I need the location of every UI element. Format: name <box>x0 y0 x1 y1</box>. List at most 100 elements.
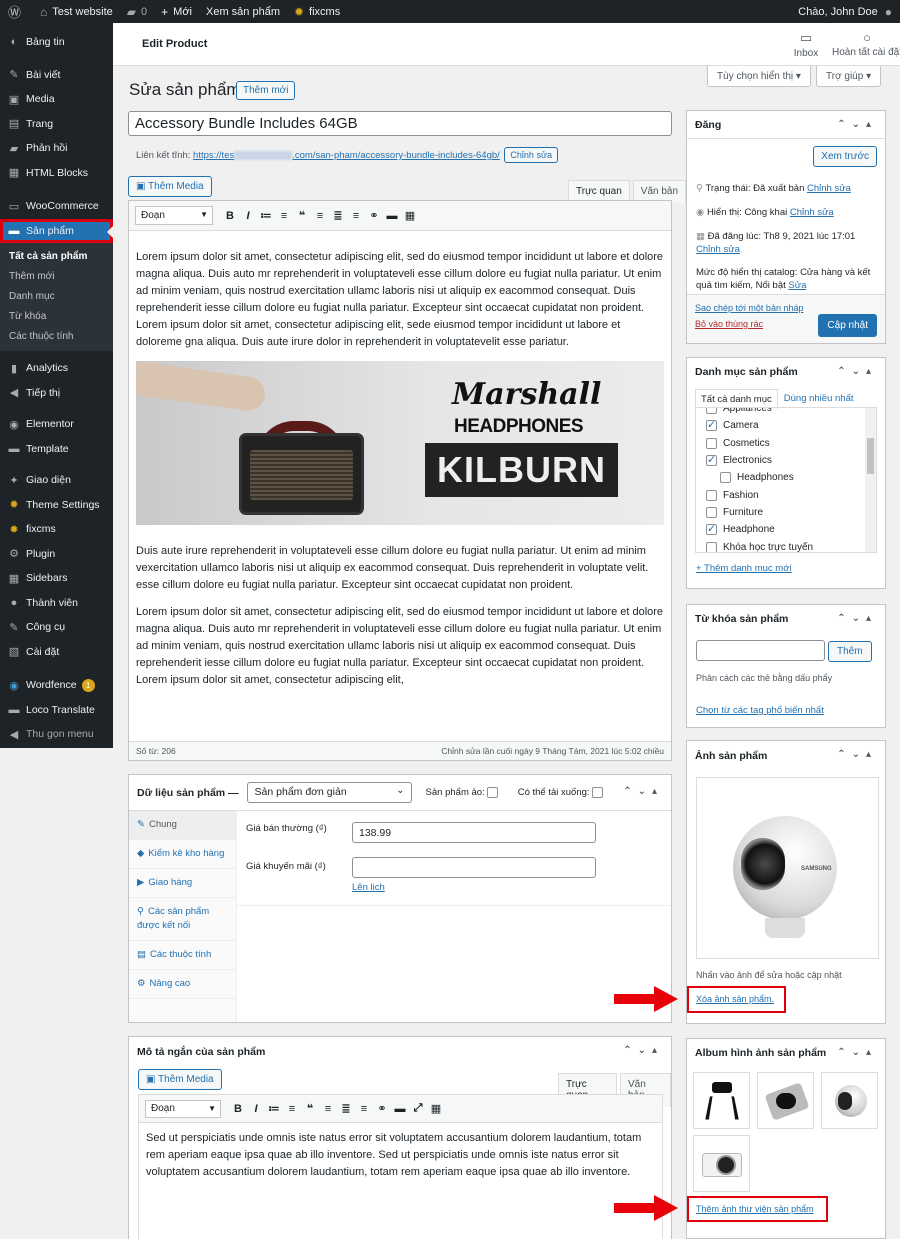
product-data-tab-kiem-ke-kho-hang[interactable]: ◆ Kiểm kê kho hàng <box>129 840 236 869</box>
toolbar-toggle-icon[interactable]: ▦ <box>427 1102 445 1115</box>
align-center-icon[interactable]: ≣ <box>329 209 347 222</box>
setup-complete-button[interactable]: ○ Hoàn tất cài đặt <box>831 30 900 58</box>
box-controls[interactable]: ⌃⌄▴ <box>837 1047 877 1058</box>
move-to-trash-link[interactable]: Bỏ vào thùng rác <box>695 319 763 329</box>
virtual-checkbox[interactable] <box>486 787 498 798</box>
category-item[interactable]: Camera <box>696 417 876 434</box>
menu-item-bai-viet[interactable]: ✎ Bài viết <box>0 63 113 88</box>
category-item[interactable]: Headphones <box>696 469 876 486</box>
italic-icon[interactable]: I <box>247 1103 265 1115</box>
editor-content[interactable]: Lorem ipsum dolor sit amet, consectetur … <box>129 231 671 689</box>
numbered-list-icon[interactable]: ≡ <box>283 1103 301 1115</box>
category-checkbox[interactable] <box>706 506 717 518</box>
category-checkbox[interactable] <box>706 408 717 415</box>
product-image-thumbnail[interactable]: SAMSUNG <box>696 777 879 959</box>
gallery-thumb[interactable] <box>693 1135 750 1192</box>
toolbar-toggle-icon[interactable]: ▦ <box>401 209 419 222</box>
menu-item-media[interactable]: ▣ Media <box>0 87 113 112</box>
site-name-link[interactable]: ⌂ Test website <box>40 5 113 19</box>
menu-item-analytics[interactable]: ▮ Analytics <box>0 356 113 381</box>
gallery-thumb[interactable] <box>757 1072 814 1129</box>
new-content-link[interactable]: + Mới <box>161 5 192 19</box>
menu-item-phan-hoi[interactable]: ▰ Phản hồi <box>0 136 113 161</box>
wordpress-logo-icon[interactable]: Ⓦ <box>8 2 26 21</box>
comments-link[interactable]: ▰ 0 <box>127 5 147 19</box>
copy-to-draft-link[interactable]: Sao chép tới một bản nháp <box>695 303 803 313</box>
add-tag-button[interactable]: Thêm <box>828 641 872 662</box>
align-right-icon[interactable]: ≡ <box>347 210 365 222</box>
menu-item-template[interactable]: ▬ Template <box>0 437 113 462</box>
product-data-tab-cac-thuoc-tinh[interactable]: ▤ Các thuộc tính <box>129 941 236 970</box>
add-category-link[interactable]: + Thêm danh mục mới <box>696 563 792 574</box>
menu-item-plugin[interactable]: ⚙ Plugin <box>0 542 113 567</box>
tab-all-categories[interactable]: Tất cả danh mục <box>695 389 778 409</box>
read-more-icon[interactable]: ▬ <box>383 210 401 222</box>
menu-item-tiep-thi[interactable]: ◀ Tiếp thị <box>0 381 113 406</box>
category-checkbox[interactable] <box>706 418 717 432</box>
align-right-icon[interactable]: ≡ <box>355 1103 373 1115</box>
collapse-menu-button[interactable]: ◀ Thu gọn menu <box>0 722 113 747</box>
fixcms-link[interactable]: ✹ fixcms <box>294 5 340 19</box>
format-select-short[interactable]: Đoạn ▼ <box>145 1099 221 1118</box>
scrollbar-thumb[interactable] <box>867 438 874 474</box>
category-checkbox[interactable] <box>706 489 717 501</box>
downloadable-checkbox[interactable] <box>591 787 603 798</box>
preview-button[interactable]: Xem trước <box>813 146 877 167</box>
category-item[interactable]: Khóa học trực tuyến <box>696 538 876 552</box>
submenu-categories[interactable]: Danh mục <box>0 287 113 307</box>
edit-visibility-link[interactable]: Chỉnh sửa <box>790 207 834 218</box>
menu-item-fixcms[interactable]: ✹ fixcms <box>0 517 113 542</box>
add-new-button[interactable]: Thêm mới <box>236 81 296 100</box>
menu-item-trang[interactable]: ▤ Trang <box>0 112 113 137</box>
tab-most-used[interactable]: Dùng nhiều nhất <box>778 389 860 409</box>
product-title-input[interactable] <box>128 111 672 136</box>
category-item[interactable]: Appliances <box>696 408 876 417</box>
submenu-tags[interactable]: Từ khóa <box>0 307 113 327</box>
product-data-tab-cac-san-pham-duoc-ket-noi[interactable]: ⚲ Các sản phẩm được kết nối <box>129 898 236 941</box>
edit-permalink-button[interactable]: Chỉnh sửa <box>504 147 558 163</box>
bold-icon[interactable]: B <box>221 210 239 222</box>
menu-item-html-blocks[interactable]: ▦ HTML Blocks <box>0 161 113 186</box>
category-item[interactable]: Electronics <box>696 452 876 469</box>
italic-icon[interactable]: I <box>239 210 257 222</box>
edit-status-link[interactable]: Chỉnh sửa <box>807 183 851 194</box>
menu-item-woocommerce[interactable]: ▭ WooCommerce <box>0 194 113 219</box>
menu-item-loco-translate[interactable]: ▬ Loco Translate <box>0 698 113 723</box>
sale-price-input[interactable] <box>352 857 596 878</box>
category-item[interactable]: Cosmetics <box>696 435 876 452</box>
bold-icon[interactable]: B <box>229 1103 247 1115</box>
align-left-icon[interactable]: ≡ <box>311 210 329 222</box>
category-item[interactable]: Fashion <box>696 486 876 503</box>
submenu-add-new[interactable]: Thêm mới <box>0 267 113 287</box>
user-account-link[interactable]: Chào, John Doe ● <box>798 5 892 19</box>
blockquote-icon[interactable]: ❝ <box>293 209 311 222</box>
menu-item-cai-dat[interactable]: ▧ Cài đặt <box>0 640 113 665</box>
category-checkbox[interactable] <box>706 522 717 536</box>
add-media-button[interactable]: ▣ Thêm Media <box>128 176 212 197</box>
box-controls[interactable]: ⌃⌄▴ <box>623 786 663 797</box>
format-select[interactable]: Đoạn ▼ <box>135 206 213 225</box>
blockquote-icon[interactable]: ❝ <box>301 1102 319 1115</box>
regular-price-input[interactable] <box>352 822 596 843</box>
permalink-link[interactable]: https://tes .com/san-pham/accessory-bundl… <box>193 150 500 161</box>
menu-item-cong-cu[interactable]: ✎ Công cụ <box>0 615 113 640</box>
update-button[interactable]: Cập nhật <box>818 314 877 337</box>
inbox-button[interactable]: ▭ Inbox <box>791 30 821 59</box>
help-button[interactable]: Trợ giúp ▾ <box>816 66 882 87</box>
menu-item-sidebars[interactable]: ▦ Sidebars <box>0 566 113 591</box>
category-checkbox[interactable] <box>706 541 717 552</box>
product-type-select[interactable]: Sản phẩm đơn giản ⌄ <box>246 782 412 803</box>
menu-item-theme-settings[interactable]: ✹ Theme Settings <box>0 493 113 518</box>
screen-options-button[interactable]: Tùy chọn hiển thị ▾ <box>707 66 811 87</box>
link-icon[interactable]: ⚭ <box>373 1102 391 1115</box>
align-center-icon[interactable]: ≣ <box>337 1102 355 1115</box>
popular-tags-link[interactable]: Chọn từ các tag phổ biến nhất <box>696 705 824 716</box>
bullet-list-icon[interactable]: ≔ <box>265 1102 283 1115</box>
view-product-link[interactable]: Xem sản phẩm <box>206 6 280 18</box>
category-checkbox[interactable] <box>720 472 731 484</box>
link-icon[interactable]: ⚭ <box>365 209 383 222</box>
submenu-all-products[interactable]: Tất cả sản phẩm <box>0 247 113 267</box>
menu-item-wordfence[interactable]: ◉ Wordfence 1 <box>0 673 113 698</box>
box-controls[interactable]: ⌃⌄▴ <box>837 366 877 377</box>
menu-item-bang-tin[interactable]: ◐ Bảng tin <box>0 30 113 55</box>
